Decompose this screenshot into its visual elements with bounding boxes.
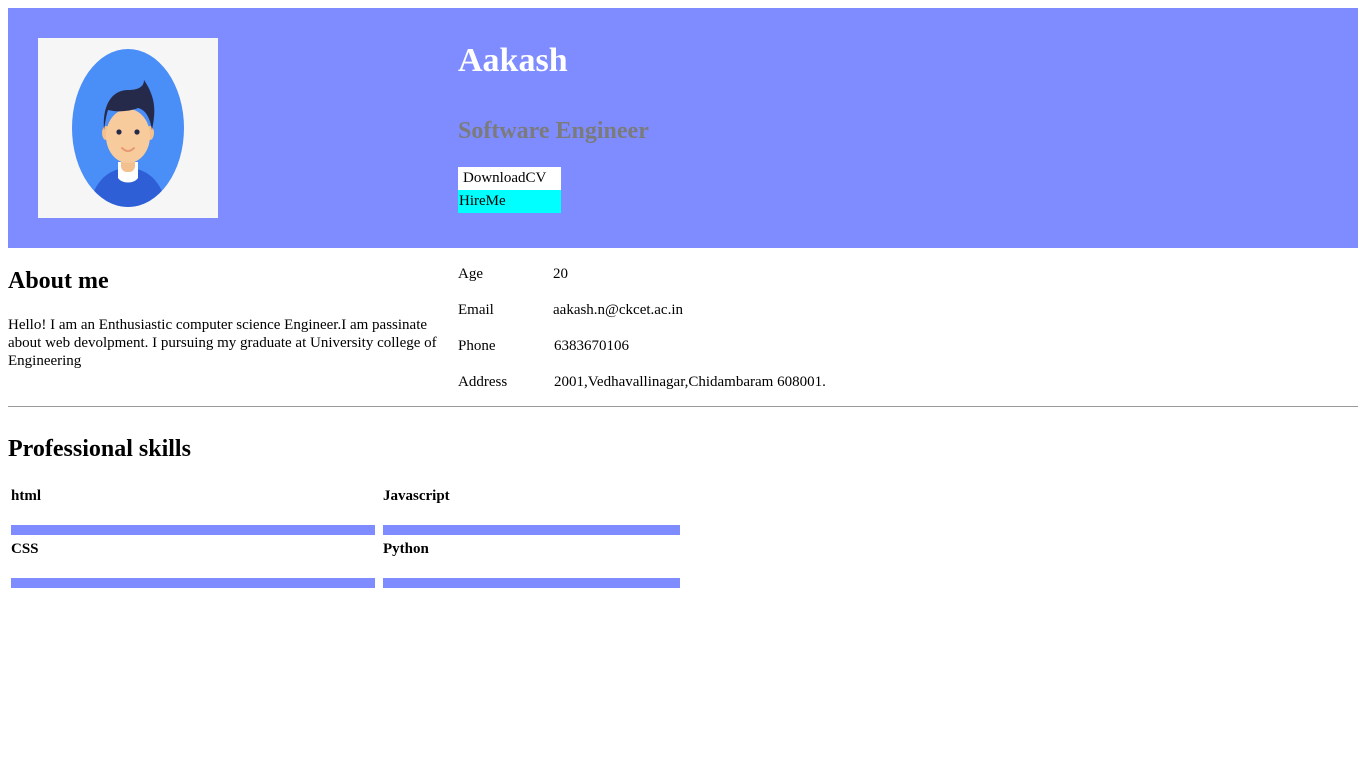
skill-label-python: Python	[383, 541, 429, 557]
skill-label-css: CSS	[11, 541, 39, 557]
skill-bar-html	[11, 525, 375, 535]
skills-title: Professional skills	[8, 436, 191, 462]
download-cv-button[interactable]: DownloadCV	[458, 167, 561, 190]
address-value: 2001,Vedhavallinagar,Chidambaram 608001.	[554, 374, 826, 390]
age-value: 20	[553, 266, 568, 282]
skill-bar-css	[11, 578, 375, 588]
skill-bar-python	[383, 578, 680, 588]
skill-fill-javascript	[383, 525, 680, 535]
address-label: Address	[458, 374, 508, 390]
email-label: Email	[458, 302, 494, 318]
section-divider	[8, 406, 1358, 407]
avatar	[38, 38, 218, 218]
user-avatar-icon	[72, 49, 184, 207]
hire-me-button[interactable]: HireMe	[458, 190, 561, 213]
skill-fill-css	[11, 578, 375, 588]
about-text: Hello! I am an Enthusiastic computer sci…	[8, 317, 437, 369]
phone-label: Phone	[458, 338, 496, 354]
profile-name: Aakash	[458, 42, 568, 79]
skill-bar-javascript	[383, 525, 680, 535]
skill-label-javascript: Javascript	[383, 488, 450, 504]
age-label: Age	[458, 266, 483, 282]
profile-role: Software Engineer	[458, 118, 649, 144]
email-value: aakash.n@ckcet.ac.in	[553, 302, 683, 318]
about-title: About me	[8, 268, 109, 294]
profile-header: Aakash Software Engineer DownloadCV Hire…	[8, 8, 1358, 248]
skill-fill-html	[11, 525, 375, 535]
skill-fill-python	[383, 578, 680, 588]
phone-value: 6383670106	[554, 338, 629, 354]
skill-label-html: html	[11, 488, 41, 504]
